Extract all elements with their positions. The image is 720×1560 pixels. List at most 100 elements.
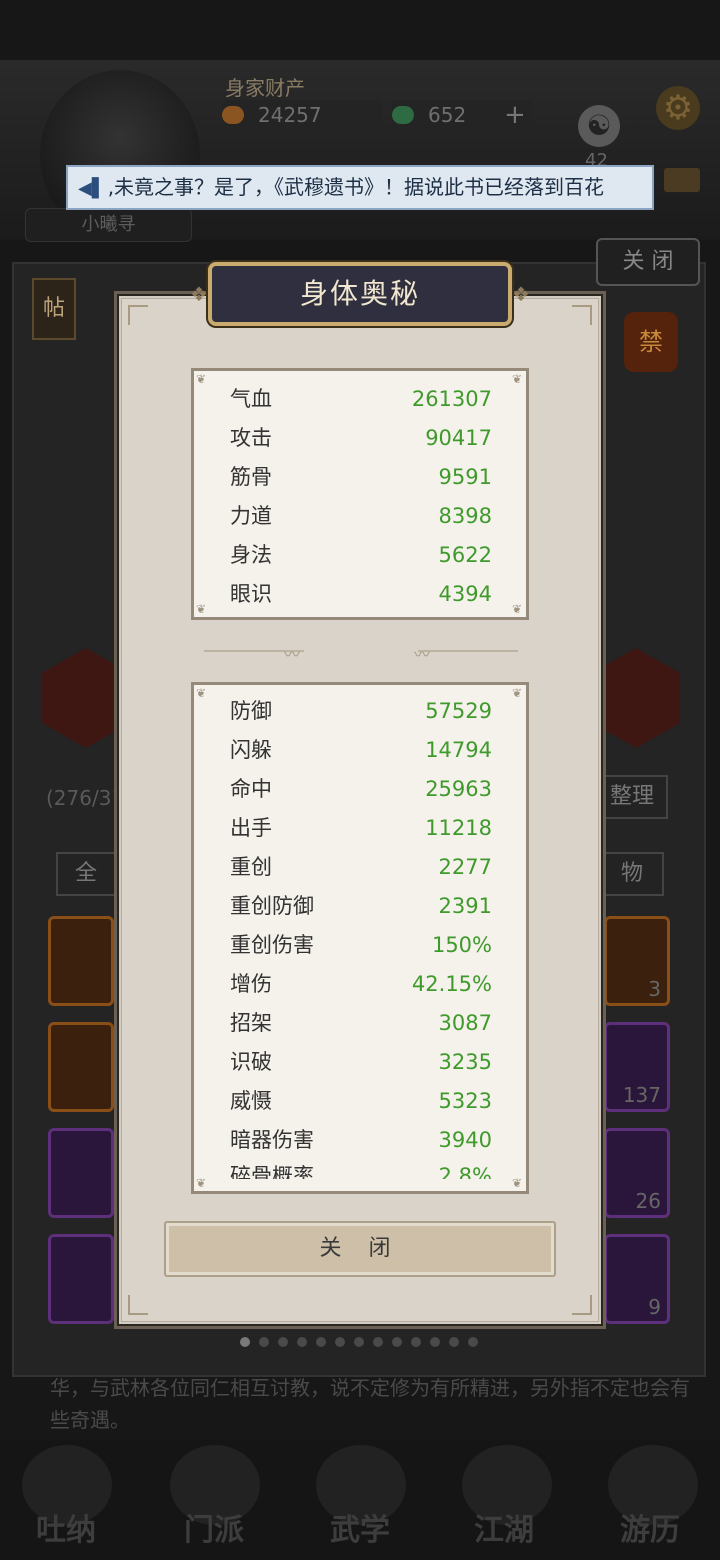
page-dot[interactable] xyxy=(354,1337,364,1347)
corner-ornament: ❦ xyxy=(512,372,523,386)
modal-title-plate: 身体奥秘 xyxy=(208,262,512,326)
stat-row: 重创防御 2391 xyxy=(230,887,492,926)
stat-row: 重创 2277 xyxy=(230,848,492,887)
inventory-slot[interactable] xyxy=(48,916,114,1006)
nav-breathe[interactable]: 吐纳 xyxy=(36,1505,96,1549)
stat-value: 261307 xyxy=(411,387,492,411)
stat-label: 识破 xyxy=(230,1050,272,1074)
secondary-stats-scroll[interactable]: ❦ ❦ ❦ ❦ 防御 57529 闪躲 14794 命中 25963 出手 11218 … xyxy=(191,682,529,1194)
divider-ornament: 〰 xyxy=(414,645,431,664)
announcement-ticker: ◀▌ ,未竟之事？是了，《武穆遗书》！据说此书已经落到百花 xyxy=(66,165,654,210)
ticker-text: ,未竟之事？是了，《武穆遗书》！据说此书已经落到百花 xyxy=(107,175,605,199)
tab-all[interactable]: 全 xyxy=(56,852,116,896)
inventory-slot[interactable] xyxy=(48,1234,114,1324)
avatar-name: 小曦寻 xyxy=(25,208,192,242)
inventory-slot[interactable]: 26 xyxy=(604,1128,670,1218)
stat-value: 11218 xyxy=(425,816,492,840)
title-ornament-right: ❖ xyxy=(512,282,530,306)
corner-ornament xyxy=(128,1295,148,1315)
stat-row: 命中 25963 xyxy=(230,770,492,809)
stat-value: 5622 xyxy=(438,543,492,567)
page-dot[interactable] xyxy=(373,1337,383,1347)
corner-ornament: ❦ xyxy=(196,372,207,386)
stat-label: 攻击 xyxy=(230,426,272,450)
stat-row: 气血 261307 xyxy=(230,380,492,419)
title-ornament-left: ❖ xyxy=(190,282,208,306)
primary-stats-box: ❦ ❦ ❦ ❦ 气血 261307 攻击 90417 筋骨 9591 力道 8398 身… xyxy=(191,368,529,620)
nav-jianghu[interactable]: 江湖 xyxy=(474,1505,534,1549)
add-jade-button[interactable]: + xyxy=(504,100,526,130)
stat-row: 出手 11218 xyxy=(230,809,492,848)
nav-sect[interactable]: 门派 xyxy=(184,1505,244,1549)
stat-value: 14794 xyxy=(425,738,492,762)
stat-value: 42.15% xyxy=(411,972,492,996)
stat-label: 眼识 xyxy=(230,582,272,606)
nav-martial[interactable]: 武学 xyxy=(330,1505,390,1549)
stat-row: 重创伤害 150% xyxy=(230,926,492,965)
page-dot[interactable] xyxy=(392,1337,402,1347)
stat-value: 2391 xyxy=(438,894,492,918)
stat-row: 身法 5622 xyxy=(230,536,492,575)
stat-value: 4394 xyxy=(438,582,492,606)
invitation-tie-button[interactable]: 帖 xyxy=(32,278,76,340)
stat-row: 闪躲 14794 xyxy=(230,731,492,770)
stat-row: 威慑 5323 xyxy=(230,1082,492,1121)
tab-item[interactable]: 物 xyxy=(600,852,664,896)
page-dot[interactable] xyxy=(240,1337,250,1347)
stat-row: 力道 8398 xyxy=(230,497,492,536)
stat-label: 增伤 xyxy=(230,972,272,996)
close-button[interactable]: 关 闭 xyxy=(164,1221,556,1277)
page-dot[interactable] xyxy=(449,1337,459,1347)
stat-value: 25963 xyxy=(425,777,492,801)
stat-label: 重创防御 xyxy=(230,894,314,918)
stat-value: 2277 xyxy=(438,855,492,879)
gold-value: 24257 xyxy=(258,103,322,127)
stat-value: 57529 xyxy=(425,699,492,723)
slot-count: 3 xyxy=(648,977,661,1001)
stat-row: 增伤 42.15% xyxy=(230,965,492,1004)
corner-ornament xyxy=(128,305,148,325)
page-dot[interactable] xyxy=(468,1337,478,1347)
page-dot[interactable] xyxy=(259,1337,269,1347)
stat-label: 气血 xyxy=(230,387,272,411)
inventory-slot[interactable] xyxy=(48,1128,114,1218)
page-dot[interactable] xyxy=(411,1337,421,1347)
corner-ornament: ❦ xyxy=(512,686,523,700)
corner-ornament xyxy=(572,305,592,325)
ban-badge[interactable]: 禁 xyxy=(624,312,678,372)
stat-row: 暗器伤害 3940 xyxy=(230,1121,492,1160)
megaphone-icon: ◀▌ xyxy=(78,178,106,199)
description-text: 华，与武林各位同仁相互讨教，说不定修为有所精进，另外指不定也会有些奇遇。 xyxy=(50,1376,690,1432)
divider-ornament: 〰 xyxy=(284,645,301,664)
tidy-button[interactable]: 整理 xyxy=(596,775,668,819)
stat-label: 碎骨概率 xyxy=(230,1165,314,1179)
slot-count: 9 xyxy=(648,1295,661,1319)
inventory-slot[interactable] xyxy=(48,1022,114,1112)
page-dot[interactable] xyxy=(297,1337,307,1347)
page-dot[interactable] xyxy=(430,1337,440,1347)
stat-row: 防御 57529 xyxy=(230,692,492,731)
inventory-slot[interactable]: 137 xyxy=(604,1022,670,1112)
page-dot[interactable] xyxy=(278,1337,288,1347)
inventory-slot[interactable]: 9 xyxy=(604,1234,670,1324)
inventory-slot[interactable]: 3 xyxy=(604,916,670,1006)
page-dot[interactable] xyxy=(316,1337,326,1347)
bag-capacity: (276/31 xyxy=(46,786,125,810)
mail-icon[interactable] xyxy=(664,168,700,192)
stat-value: 5323 xyxy=(438,1089,492,1113)
stat-value: 3940 xyxy=(438,1128,492,1152)
gold-counter: 24257 xyxy=(222,100,382,130)
page-dot[interactable] xyxy=(335,1337,345,1347)
stat-label: 命中 xyxy=(230,777,272,801)
gear-icon[interactable]: ⚙ xyxy=(656,86,700,130)
panel-close-button[interactable]: 关 闭 xyxy=(596,238,700,286)
stat-label: 暗器伤害 xyxy=(230,1128,314,1152)
jade-value: 652 xyxy=(428,103,467,127)
taiji-icon[interactable]: ☯ xyxy=(578,105,620,147)
section-divider xyxy=(418,650,518,652)
nav-travel[interactable]: 游历 xyxy=(620,1505,680,1549)
stat-label: 防御 xyxy=(230,699,272,723)
modal-title: 身体奥秘 xyxy=(299,277,420,310)
stat-value: 3235 xyxy=(438,1050,492,1074)
stat-label: 筋骨 xyxy=(230,465,272,489)
